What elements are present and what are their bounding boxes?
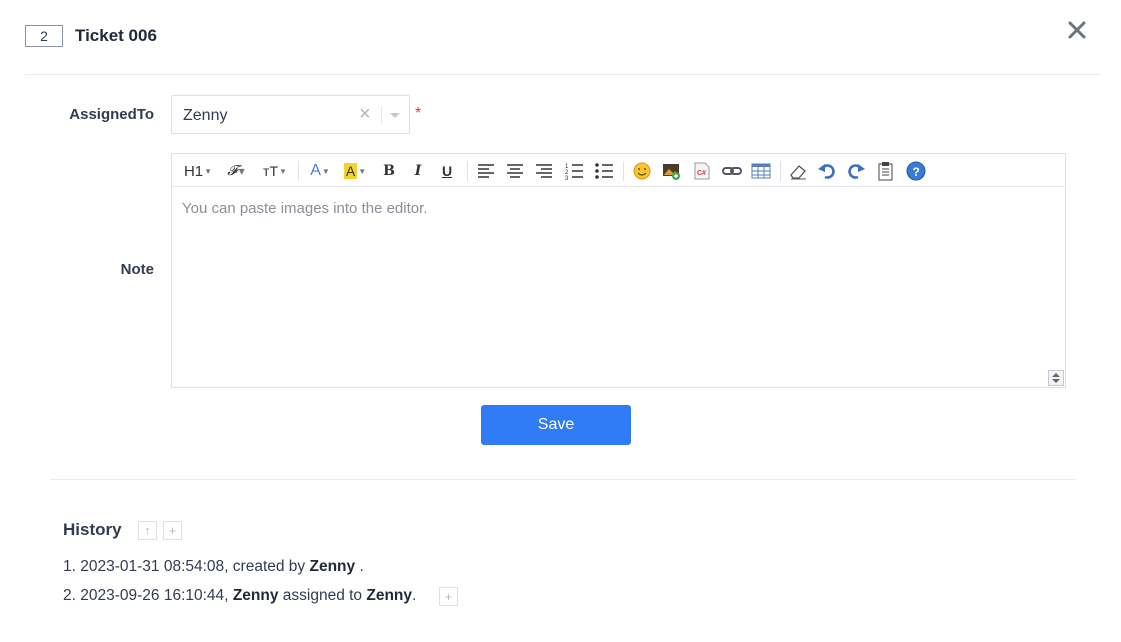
align-right-icon[interactable] xyxy=(533,160,555,182)
align-left-icon[interactable] xyxy=(475,160,497,182)
heading-button[interactable]: H1 ▼ xyxy=(182,160,214,182)
history-time: 2023-09-26 16:10:44 xyxy=(80,587,225,604)
undo-icon[interactable] xyxy=(816,160,838,182)
svg-text:C#: C# xyxy=(697,170,706,177)
help-icon[interactable]: ? xyxy=(905,160,927,182)
editor-toolbar: H1 ▼ 𝓕 ▼ тT ▼ A ▼ A ▼ B I U 123 C# ? xyxy=(172,154,1065,187)
code-icon[interactable]: C# xyxy=(691,160,713,182)
assigned-to-value: Zenny xyxy=(183,107,228,124)
highlight-label: A xyxy=(343,163,358,179)
eraser-icon[interactable] xyxy=(787,160,809,182)
emoji-icon[interactable] xyxy=(631,160,653,182)
svg-text:?: ? xyxy=(913,165,920,179)
section-divider xyxy=(50,479,1075,480)
font-color-label: A xyxy=(310,162,321,179)
redo-icon[interactable] xyxy=(845,160,867,182)
bold-label: B xyxy=(383,163,395,179)
font-family-button[interactable]: 𝓕 ▼ xyxy=(222,160,250,182)
plus-icon[interactable]: + xyxy=(439,587,458,606)
toolbar-separator xyxy=(623,161,624,181)
heading-label: H1 xyxy=(183,162,204,180)
italic-label: I xyxy=(414,163,422,179)
svg-text:3: 3 xyxy=(565,176,569,182)
bold-button[interactable]: B xyxy=(379,160,399,182)
history-entry: 1. 2023-01-31 08:54:08, created by Zenny… xyxy=(63,558,364,576)
page-title: Ticket 006 xyxy=(75,26,157,45)
note-label: Note xyxy=(120,261,154,278)
history-user: Zenny xyxy=(232,587,279,604)
plus-icon[interactable]: + xyxy=(163,521,182,540)
font-family-label: 𝓕 xyxy=(227,163,238,179)
select-separator xyxy=(381,106,382,124)
history-title: History xyxy=(63,520,122,539)
assigned-to-select[interactable]: Zenny × xyxy=(171,95,410,134)
font-size-label: тT xyxy=(263,163,279,179)
note-editor[interactable]: H1 ▼ 𝓕 ▼ тT ▼ A ▼ A ▼ B I U 123 C# ? You… xyxy=(171,153,1066,388)
bullet-list-icon[interactable] xyxy=(593,160,615,182)
italic-button[interactable]: I xyxy=(408,160,428,182)
arrow-up-icon[interactable]: ↑ xyxy=(138,521,157,540)
history-text: , xyxy=(224,587,233,604)
resize-handle-icon[interactable] xyxy=(1048,370,1064,386)
history-time: 2023-01-31 08:54:08 xyxy=(80,558,225,575)
history-user: Zenny xyxy=(309,558,356,575)
history-index: 1. xyxy=(63,558,76,575)
history-user: Zenny xyxy=(366,587,413,604)
required-mark: * xyxy=(415,105,422,122)
align-center-icon[interactable] xyxy=(504,160,526,182)
close-icon[interactable] xyxy=(1065,18,1089,42)
toolbar-separator xyxy=(298,161,299,181)
history-text: assigned to xyxy=(278,587,367,604)
editor-placeholder: You can paste images into the editor. xyxy=(182,200,428,217)
history-text: , created by xyxy=(224,558,310,575)
image-icon[interactable] xyxy=(661,160,683,182)
history-text: . xyxy=(412,587,417,604)
toolbar-separator xyxy=(467,161,468,181)
link-icon[interactable] xyxy=(721,160,743,182)
toolbar-separator xyxy=(780,161,781,181)
save-button[interactable]: Save xyxy=(481,405,631,445)
history-index: 2. xyxy=(63,587,76,604)
highlight-button[interactable]: A ▼ xyxy=(340,160,370,182)
underline-button[interactable]: U xyxy=(437,160,457,182)
font-size-button[interactable]: тT ▼ xyxy=(260,160,290,182)
underline-label: U xyxy=(441,163,453,179)
ticket-index-badge: 2 xyxy=(25,25,63,47)
chevron-down-icon[interactable] xyxy=(390,113,400,118)
history-text: . xyxy=(355,558,364,575)
ordered-list-icon[interactable]: 123 xyxy=(563,160,585,182)
table-icon[interactable] xyxy=(750,160,772,182)
assigned-to-label: AssignedTo xyxy=(69,106,154,123)
paste-icon[interactable] xyxy=(875,160,897,182)
clear-icon[interactable]: × xyxy=(359,104,371,124)
font-color-button[interactable]: A ▼ xyxy=(307,160,333,182)
dialog-header: 2 Ticket 006 xyxy=(25,14,1101,75)
history-entry: 2. 2023-09-26 16:10:44, Zenny assigned t… xyxy=(63,587,416,605)
